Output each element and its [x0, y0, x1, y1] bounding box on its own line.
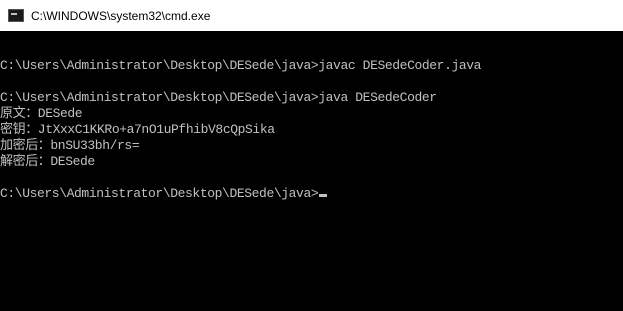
- console-line-javac-command: C:\Users\Administrator\Desktop\DESede\ja…: [0, 58, 482, 73]
- cmd-window: C:\WINDOWS\system32\cmd.exe C:\Users\Adm…: [0, 0, 623, 311]
- prompt-text: C:\Users\Administrator\Desktop\DESede\ja…: [0, 186, 319, 201]
- text-cursor: [319, 194, 328, 197]
- console-line-encrypted: 加密后：bnSU33bh/rs=: [0, 138, 140, 153]
- console-output[interactable]: C:\Users\Administrator\Desktop\DESede\ja…: [0, 42, 623, 311]
- window-title: C:\WINDOWS\system32\cmd.exe: [31, 8, 211, 23]
- console-line-key: 密钥：JtXxxC1KKRo+a7nO1uPfhibV8cQpSika: [0, 122, 275, 137]
- console-line-java-command: C:\Users\Administrator\Desktop\DESede\ja…: [0, 90, 437, 105]
- title-bar[interactable]: C:\WINDOWS\system32\cmd.exe: [0, 0, 623, 31]
- console-line-plaintext: 原文：DESede: [0, 106, 83, 121]
- console-line-decrypted: 解密后：DESede: [0, 154, 95, 169]
- cmd-icon: [8, 9, 24, 22]
- console-prompt-line[interactable]: C:\Users\Administrator\Desktop\DESede\ja…: [0, 186, 623, 202]
